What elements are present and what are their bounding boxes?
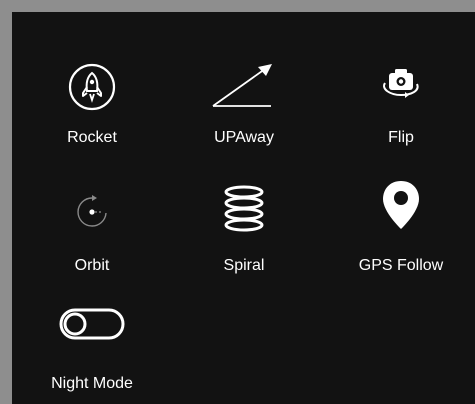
orbit-label: Orbit: [74, 257, 110, 274]
night-mode-label: Night Mode: [51, 375, 133, 392]
night-mode-icon-container: [17, 304, 167, 374]
toggle-switch-icon[interactable]: [57, 306, 127, 342]
flip-mode-button[interactable]: Flip: [326, 58, 475, 148]
upaway-icon-container: [169, 58, 319, 128]
spiral-icon: [224, 185, 264, 232]
flip-camera-icon: [383, 69, 419, 98]
orbit-icon: [77, 195, 107, 227]
spiral-mode-button[interactable]: Spiral: [169, 185, 319, 276]
flip-label: Flip: [388, 129, 414, 146]
spiral-label: Spiral: [223, 257, 265, 274]
up-away-arrow-icon: [212, 64, 272, 107]
orbit-icon-container: [17, 186, 167, 256]
upaway-mode-button[interactable]: UPAway: [169, 58, 319, 148]
spiral-icon-container: [169, 185, 319, 256]
rocket-label: Rocket: [67, 129, 117, 146]
orbit-mode-button[interactable]: Orbit: [17, 186, 167, 276]
rocket-icon-container: [17, 58, 167, 128]
flip-icon-container: [326, 58, 475, 128]
gps-follow-label: GPS Follow: [358, 257, 444, 274]
gps-follow-icon-container: [326, 181, 475, 256]
flight-mode-panel: Rocket UPAway Flip Orbit Spiral GPS Foll…: [12, 12, 475, 404]
night-mode-toggle[interactable]: Night Mode: [17, 304, 167, 394]
upaway-label: UPAway: [214, 129, 274, 146]
rocket-mode-button[interactable]: Rocket: [17, 58, 167, 148]
rocket-icon: [68, 63, 116, 111]
gps-follow-mode-button[interactable]: GPS Follow: [326, 181, 475, 276]
location-pin-icon: [383, 181, 419, 229]
